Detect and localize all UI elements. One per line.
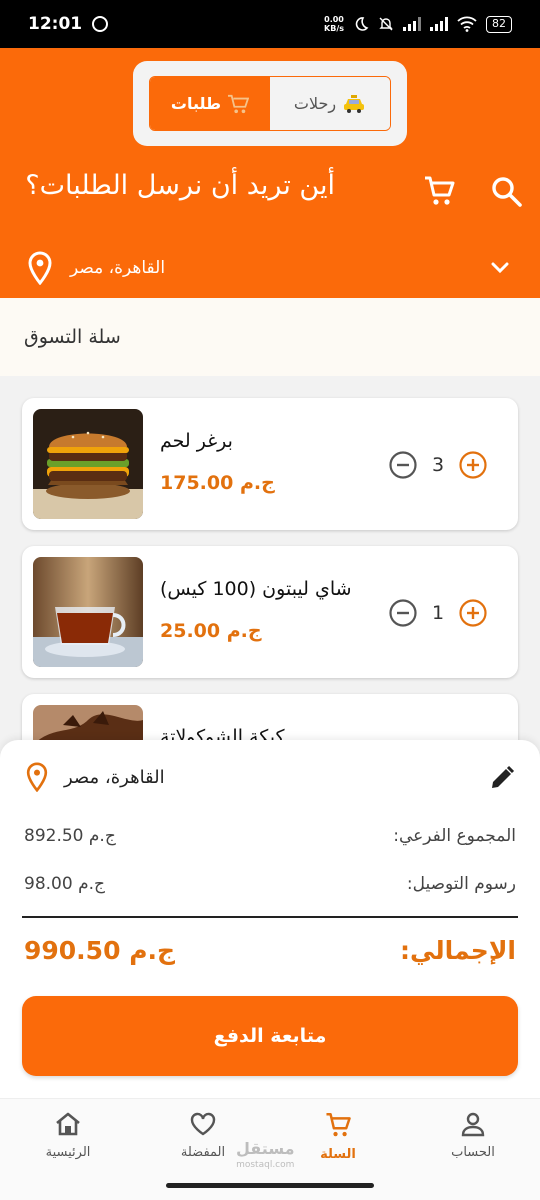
plus-circle-icon[interactable] [458, 450, 488, 480]
moon-icon [355, 17, 369, 31]
cart-icon [228, 94, 250, 113]
whatsapp-notification-icon [92, 16, 109, 32]
cart-section-title: سلة التسوق [0, 298, 540, 376]
quantity-stepper: 1 [388, 598, 488, 628]
location-pin-icon [26, 762, 48, 792]
home-icon [56, 1112, 80, 1136]
subtotal-value: 892.50 ج.م [24, 826, 116, 846]
nav-account-label: الحساب [451, 1145, 495, 1160]
quantity-value: 1 [431, 602, 445, 624]
location-text: القاهرة، مصر [70, 258, 166, 278]
location-pin-icon [28, 251, 52, 285]
heart-icon [190, 1112, 216, 1136]
chevron-down-icon[interactable] [488, 256, 512, 280]
delivery-location-text: القاهرة، مصر [64, 766, 165, 788]
tab-trips-label: رحلات [293, 94, 337, 113]
person-icon [461, 1112, 485, 1137]
total-row: 990.50 ج.م :الإجمالي [24, 936, 516, 965]
order-summary-sheet: القاهرة، مصر 892.50 ج.م :المجموع الفرعي … [0, 740, 540, 1098]
page-title: أين تريد أن نرسل الطلبات؟ [25, 170, 335, 201]
delivery-location[interactable]: القاهرة، مصر [24, 762, 165, 792]
mute-bell-icon [379, 17, 393, 31]
burger-image [33, 409, 143, 519]
search-icon[interactable] [489, 174, 523, 208]
total-label: :الإجمالي [399, 936, 516, 965]
quantity-stepper: 3 [388, 450, 488, 480]
home-indicator [166, 1183, 374, 1188]
minus-circle-icon[interactable] [388, 598, 418, 628]
signal-2-icon [430, 17, 448, 31]
wifi-icon [457, 16, 477, 32]
app-header: طلبات رحلات أين تريد أن نرسل الطلبات؟ ال… [0, 48, 540, 298]
total-value: 990.50 ج.م [24, 936, 176, 965]
taxi-icon [344, 94, 365, 113]
item-price: 175.00 ج.م [160, 472, 275, 494]
cart-icon[interactable] [422, 174, 456, 208]
service-toggle: طلبات رحلات [149, 76, 391, 131]
service-toggle-card: طلبات رحلات [133, 61, 407, 146]
section-title-text: سلة التسوق [24, 326, 121, 348]
status-bar: 12:01 0.00 KB/s 82 [0, 0, 540, 48]
divider [22, 916, 518, 918]
cart-icon [326, 1113, 351, 1137]
plus-circle-icon[interactable] [458, 598, 488, 628]
status-time: 12:01 [28, 14, 83, 34]
nav-home-label: الرئيسية [45, 1145, 91, 1160]
status-icons: 0.00 KB/s 82 [324, 15, 512, 33]
minus-circle-icon[interactable] [388, 450, 418, 480]
bottom-nav: الرئيسية المفضلة مستقل mostaql.com السلة… [0, 1098, 540, 1200]
nav-cart-label: السلة [320, 1147, 356, 1162]
delivery-fee-row: 98.00 ج.م :رسوم التوصيل [24, 874, 516, 894]
subtotal-row: 892.50 ج.م :المجموع الفرعي [24, 826, 516, 846]
item-name: برغر لحم [160, 430, 233, 452]
item-name: شاي ليبتون (100 كيس) [160, 578, 352, 600]
delivery-fee-label: :رسوم التوصيل [406, 874, 516, 894]
checkout-button[interactable]: متابعة الدفع [22, 996, 518, 1076]
net-speed: 0.00 KB/s [324, 15, 344, 33]
quantity-value: 3 [431, 454, 445, 476]
delivery-fee-value: 98.00 ج.م [24, 874, 105, 894]
battery-indicator: 82 [486, 15, 512, 33]
tea-image [33, 557, 143, 667]
nav-favorites-label: المفضلة [180, 1145, 226, 1160]
subtotal-label: :المجموع الفرعي [393, 826, 516, 846]
item-price: 25.00 ج.م [160, 620, 262, 642]
location-selector[interactable]: القاهرة، مصر [26, 250, 512, 286]
edit-pencil-icon[interactable] [488, 764, 516, 792]
tab-orders[interactable]: طلبات [150, 77, 270, 130]
tab-trips[interactable]: رحلات [270, 77, 390, 130]
cart-item[interactable]: برغر لحم 175.00 ج.م 3 [22, 398, 518, 530]
tab-orders-label: طلبات [170, 94, 222, 113]
nav-item-cart[interactable]: السلة [283, 1111, 393, 1162]
nav-item-account[interactable]: الحساب [418, 1111, 528, 1160]
nav-item-home[interactable]: الرئيسية [13, 1111, 123, 1160]
signal-1-icon [403, 17, 421, 31]
cart-item[interactable]: شاي ليبتون (100 كيس) 25.00 ج.م 1 [22, 546, 518, 678]
